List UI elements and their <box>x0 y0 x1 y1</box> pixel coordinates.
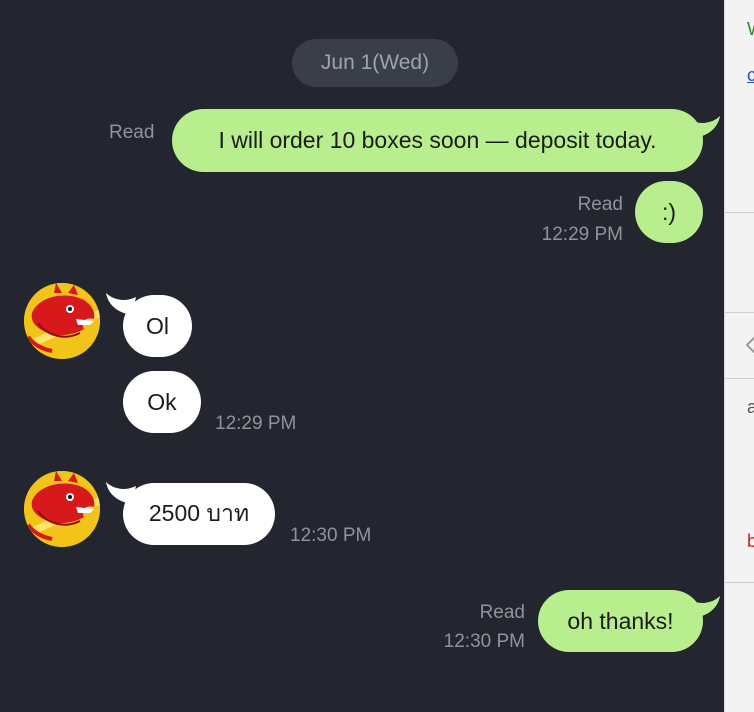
message-bubble-incoming[interactable]: Ol <box>123 295 192 357</box>
message-text: I will order 10 boxes soon — deposit tod… <box>218 127 657 153</box>
message-text: oh thanks! <box>567 607 674 634</box>
edge-glyph: W <box>747 20 754 38</box>
message-bubble-incoming[interactable]: Ok <box>123 371 201 433</box>
message-bubble-incoming[interactable]: 2500 บาท <box>123 483 275 545</box>
contact-avatar[interactable] <box>24 471 100 547</box>
date-label: Jun 1(Wed) <box>320 51 430 74</box>
message-bubble-outgoing[interactable]: :) <box>635 181 703 243</box>
chat-window: Jun 1(Wed) Read I will order 10 boxes so… <box>0 0 754 712</box>
edge-glyph: b <box>747 532 754 550</box>
dragon-avatar-icon <box>24 283 100 359</box>
contact-avatar[interactable] <box>24 283 100 359</box>
message-time: 12:29 PM <box>215 413 297 434</box>
message-time: 12:30 PM <box>443 631 525 652</box>
read-receipt: Read <box>109 122 155 143</box>
dragon-avatar-icon <box>24 471 100 547</box>
message-time: 12:30 PM <box>290 525 372 546</box>
message-bubble-outgoing[interactable]: I will order 10 boxes soon — deposit tod… <box>172 109 703 172</box>
message-text: :) <box>661 198 677 225</box>
divider <box>725 312 754 313</box>
edge-glyph: c <box>747 66 754 84</box>
message-text: Ol <box>146 312 169 339</box>
background-window-edge: W c a b <box>724 0 754 712</box>
date-separator: Jun 1(Wed) <box>292 39 458 87</box>
message-text: 2500 บาท <box>148 500 250 526</box>
edge-glyph: a <box>747 398 754 416</box>
bubble-tail-icon <box>690 596 720 618</box>
message-list[interactable]: Jun 1(Wed) Read I will order 10 boxes so… <box>0 0 724 712</box>
message-time: 12:29 PM <box>541 224 623 245</box>
read-receipt: Read <box>577 194 623 215</box>
divider <box>725 212 754 213</box>
message-bubble-outgoing[interactable]: oh thanks! <box>538 590 703 652</box>
bubble-tail-icon <box>690 116 720 138</box>
divider <box>725 378 754 379</box>
message-text: Ok <box>147 388 177 415</box>
read-receipt: Read <box>479 602 525 623</box>
divider <box>725 582 754 583</box>
chevron-left-icon <box>745 336 754 354</box>
